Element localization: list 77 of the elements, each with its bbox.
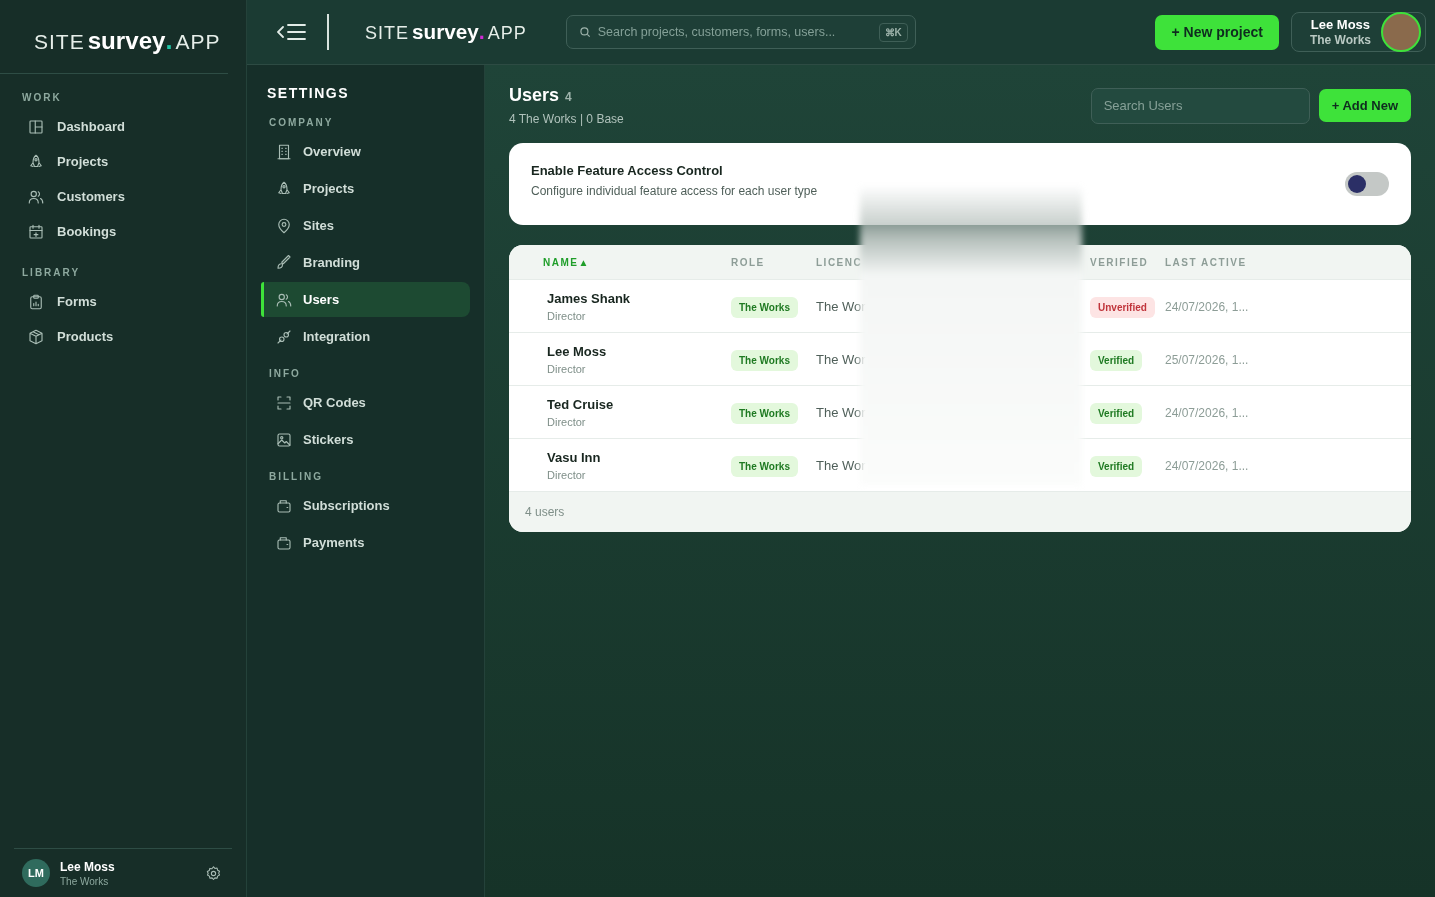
add-new-button[interactable]: + Add New [1318, 89, 1411, 122]
user-name: Vasu Inn [547, 449, 602, 465]
user-menu[interactable]: Lee Moss The Works [1290, 12, 1426, 52]
settings-nav-item[interactable]: Payments [261, 525, 470, 560]
brush-icon [275, 253, 293, 272]
user-initials-avatar: LM [22, 859, 50, 887]
image-icon [275, 430, 293, 449]
last-active-date: 24/07/2026, 1... [1165, 459, 1249, 473]
settings-title: SETTINGS [266, 85, 350, 101]
sidebar-item[interactable]: Products [18, 319, 246, 354]
section-heading: INFO [268, 367, 302, 381]
user-company: The Works [60, 875, 110, 887]
role-tag: The Works [731, 350, 798, 371]
user-name: Lee Moss [60, 859, 116, 874]
sidebar-item[interactable]: Dashboard [18, 109, 246, 144]
section-heading: COMPANY [268, 116, 335, 130]
settings-icon[interactable] [205, 864, 222, 882]
box-icon [27, 327, 45, 346]
settings-nav-item[interactable]: Overview [261, 134, 470, 169]
settings-nav-item[interactable]: QR Codes [261, 385, 470, 420]
settings-nav-item[interactable]: Projects [261, 171, 470, 206]
pin-icon [275, 216, 293, 235]
sidebar-item[interactable]: Forms [18, 284, 246, 319]
section-heading: LIBRARY [21, 266, 82, 280]
user-name: Lee Moss [1309, 17, 1371, 32]
dashboard-icon [27, 117, 45, 136]
licence-text: The Wor [816, 352, 866, 367]
licence-text: The Wor [816, 458, 866, 473]
job-title: Director [547, 415, 587, 428]
role-tag: The Works [731, 456, 798, 477]
verification-status-tag: Verified [1090, 403, 1143, 424]
settings-nav-item[interactable]: Stickers [261, 422, 470, 457]
qr-icon [275, 393, 293, 412]
building-icon [275, 142, 293, 161]
settings-nav-item[interactable]: Subscriptions [261, 488, 470, 523]
last-active-date: 25/07/2026, 1... [1165, 353, 1249, 367]
settings-nav-item[interactable]: Integration [261, 319, 470, 354]
search-users-field[interactable]: Search Users [1090, 87, 1310, 124]
new-project-button[interactable]: + New project [1155, 14, 1279, 50]
section-heading: BILLING [268, 470, 324, 484]
sidebar-item[interactable]: Projects [18, 144, 246, 179]
job-title: Director [547, 362, 587, 375]
logo: SITE survey.APP [0, 0, 228, 74]
user-name: Ted Cruise [547, 396, 615, 412]
section-heading: WORK [21, 91, 63, 105]
role-tag: The Works [731, 297, 798, 318]
shortcut-hint: ⌘K [878, 23, 908, 42]
avatar-photo-placeholder [1381, 12, 1421, 52]
card-description: Configure individual feature access for each user type [531, 183, 818, 198]
last-active-date: 24/07/2026, 1... [1165, 406, 1249, 420]
verification-status-tag: Verified [1090, 350, 1143, 371]
job-title: Director [547, 468, 587, 481]
settings-nav-item[interactable]: Sites [261, 208, 470, 243]
settings-nav-item[interactable]: Users [261, 282, 470, 317]
last-active-date: 24/07/2026, 1... [1165, 300, 1249, 314]
role-tag: The Works [731, 403, 798, 424]
user-company: The Works [1309, 33, 1371, 47]
collapse-menu-icon[interactable] [277, 22, 307, 42]
sidebar-item[interactable]: Customers [18, 179, 246, 214]
user-total: 4 users [525, 505, 565, 519]
job-title: Director [547, 309, 587, 322]
page-subtitle: 4 The Works | 0 Base [509, 112, 624, 126]
user-name: James Shank [547, 290, 632, 306]
sidebar-item[interactable]: Bookings [18, 214, 246, 249]
toggle-switch[interactable] [1345, 172, 1389, 196]
card-title: Enable Feature Access Control [531, 162, 724, 178]
page-title: Users [509, 85, 560, 106]
clipboard-icon [27, 292, 45, 311]
licence-text: The Wor [816, 405, 866, 420]
user-name: Lee Moss [547, 343, 608, 359]
verification-status-tag: Verified [1090, 456, 1143, 477]
user-count: 4 [565, 90, 572, 104]
licence-text: The Wor [816, 299, 866, 314]
settings-nav-item[interactable]: Branding [261, 245, 470, 280]
logo: SITE survey.APP [365, 19, 528, 45]
calendar-icon [27, 222, 45, 241]
verification-status-tag: Unverified [1090, 297, 1155, 318]
